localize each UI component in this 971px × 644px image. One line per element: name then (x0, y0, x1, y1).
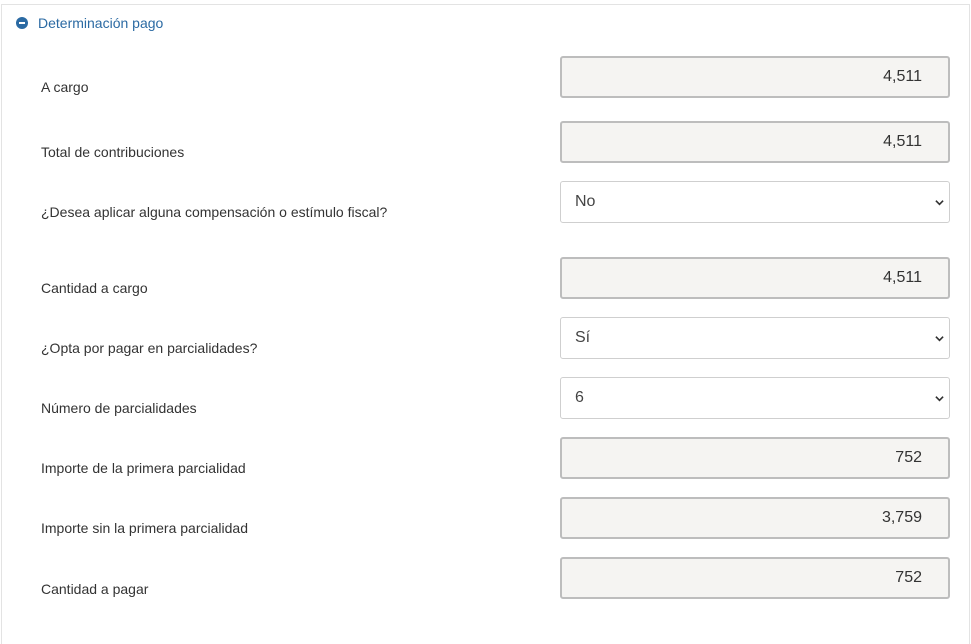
cantidad-pagar-label: Cantidad a pagar (41, 581, 149, 597)
parcialidades-opcion-label: ¿Opta por pagar en parcialidades? (41, 340, 258, 356)
form-row-primera-parcialidad: Importe de la primera parcialidad 752 (0, 437, 971, 479)
total-contribuciones-field: 4,511 (560, 121, 950, 163)
parcialidades-opcion-selected-value: Sí (575, 329, 591, 346)
primera-parcialidad-label: Importe de la primera parcialidad (41, 460, 246, 476)
cantidad-cargo-field: 4,511 (560, 257, 950, 299)
minus-circle-icon[interactable] (16, 17, 28, 29)
compensacion-select[interactable]: No (560, 181, 950, 223)
total-contribuciones-label: Total de contribuciones (41, 144, 185, 160)
form-row-numero-parcialidades: Número de parcialidades 6 (0, 377, 971, 419)
numero-parcialidades-label: Número de parcialidades (41, 400, 197, 416)
a-cargo-field: 4,511 (560, 56, 950, 98)
parcialidades-opcion-select[interactable]: Sí (560, 317, 950, 359)
form-row-cantidad-cargo: Cantidad a cargo 4,511 (0, 257, 971, 299)
compensacion-label: ¿Desea aplicar alguna compensación o est… (41, 204, 388, 220)
numero-parcialidades-selected-value: 6 (575, 389, 584, 406)
form-row-parcialidades-opcion: ¿Opta por pagar en parcialidades? Sí (0, 317, 971, 359)
chevron-down-icon (935, 200, 944, 206)
compensacion-selected-value: No (575, 193, 596, 210)
primera-parcialidad-field: 752 (560, 437, 950, 479)
form-row-compensacion: ¿Desea aplicar alguna compensación o est… (0, 181, 971, 223)
sin-primera-parcialidad-label: Importe sin la primera parcialidad (41, 520, 248, 536)
cantidad-cargo-label: Cantidad a cargo (41, 280, 148, 296)
form-row-cantidad-pagar: Cantidad a pagar 752 (0, 557, 971, 599)
form-row-total-contribuciones: Total de contribuciones 4,511 (0, 121, 971, 163)
chevron-down-icon (935, 396, 944, 402)
cantidad-pagar-field: 752 (560, 557, 950, 599)
numero-parcialidades-select[interactable]: 6 (560, 377, 950, 419)
chevron-down-icon (935, 336, 944, 342)
section-header[interactable]: Determinación pago (16, 13, 163, 33)
form-row-sin-primera-parcialidad: Importe sin la primera parcialidad 3,759 (0, 497, 971, 539)
sin-primera-parcialidad-field: 3,759 (560, 497, 950, 539)
form-row-a-cargo: A cargo 4,511 (0, 56, 971, 98)
section-title[interactable]: Determinación pago (38, 15, 163, 31)
a-cargo-label: A cargo (41, 79, 89, 95)
